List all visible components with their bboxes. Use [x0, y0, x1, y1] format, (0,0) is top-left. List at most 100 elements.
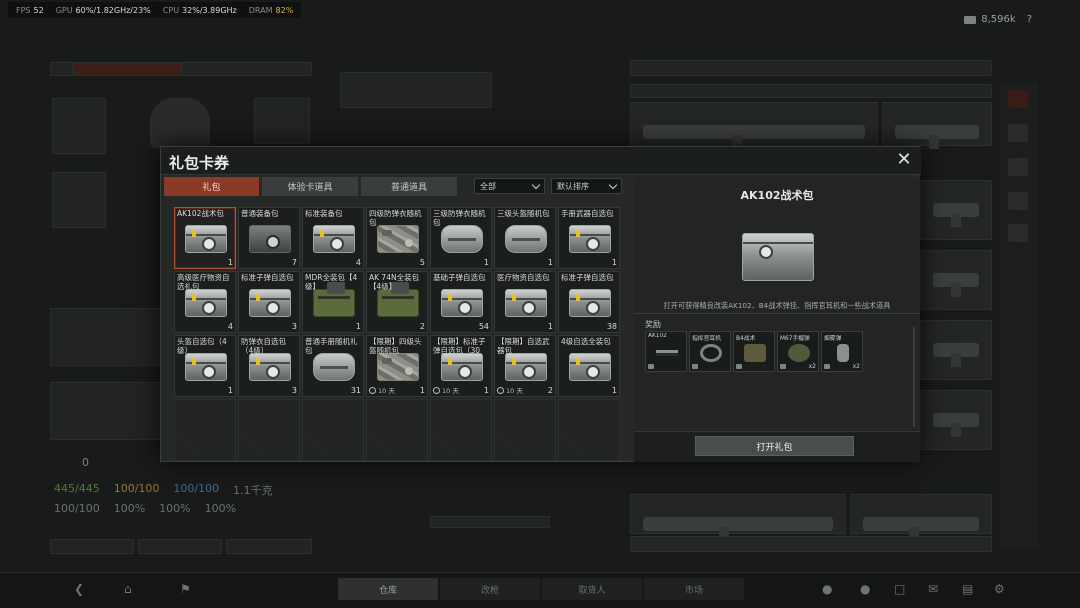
team-icon[interactable]: ●: [860, 582, 870, 596]
item-slot[interactable]: AK102战术包 1: [174, 207, 236, 269]
reward-count: x2: [808, 363, 816, 370]
item-count: 38: [606, 322, 617, 331]
bg-weapon-card: [850, 494, 992, 541]
bg-stats-row-1: 445/445 100/100 100/100 1.1千克: [54, 482, 273, 498]
rail-button[interactable]: [1008, 124, 1028, 142]
item-count: 1: [611, 386, 617, 395]
rail-button[interactable]: [1008, 158, 1028, 176]
item-slot[interactable]: 医疗物资自选包 1: [494, 271, 556, 333]
rail-button[interactable]: [1008, 90, 1028, 108]
bg-energy: 100/100: [113, 482, 160, 495]
back-icon[interactable]: ❮: [74, 582, 84, 596]
expiry-timer: 10 天: [497, 385, 523, 395]
pack-image: [505, 289, 547, 317]
reward-item[interactable]: AK102: [645, 331, 687, 372]
item-slot[interactable]: AK 74N全装包【4级】 2: [366, 271, 428, 333]
item-count: 4: [227, 322, 233, 331]
tag-icon: [512, 294, 516, 301]
chat-icon[interactable]: □: [894, 582, 905, 596]
currency-amount: 8,596k: [981, 14, 1016, 25]
reward-name: B4战术: [736, 336, 756, 342]
item-count: 1: [419, 386, 425, 395]
reward-item[interactable]: 指挥官耳机: [689, 331, 731, 372]
item-slot[interactable]: 标准子弹自选包 38: [558, 271, 620, 333]
item-slot[interactable]: 标准子弹自选包 3: [238, 271, 300, 333]
item-slot[interactable]: 【限期】标准子弹自选包（30发） 10 天 1: [430, 335, 492, 397]
friends-icon[interactable]: ●: [822, 582, 832, 596]
settings-icon[interactable]: ⚙: [994, 582, 1005, 596]
item-slot[interactable]: 防弹衣自选包（4级） 3: [238, 335, 300, 397]
item-slot[interactable]: 【限期】四级头盔随机包 10 天 1: [366, 335, 428, 397]
rail-button[interactable]: [1008, 224, 1028, 242]
close-button[interactable]: ✕: [893, 149, 915, 171]
item-slot[interactable]: 普通装备包 7: [238, 207, 300, 269]
bottom-tab-warehouse[interactable]: 仓库: [338, 578, 438, 600]
reward-scrollbar[interactable]: [913, 327, 915, 427]
item-slot[interactable]: 手册武器自选包 1: [558, 207, 620, 269]
cpu-value: 32%/3.89GHz: [182, 5, 237, 15]
flag-icon[interactable]: ⚑: [180, 582, 191, 596]
bind-icon: [736, 364, 742, 369]
item-slot[interactable]: 三级防弹衣随机包 1: [430, 207, 492, 269]
item-slot[interactable]: 普通手册随机礼包 31: [302, 335, 364, 397]
detail-description: 打开可获得精良改装AK102、B4战术弹挂、指挥官耳机和一些战术道具: [663, 301, 891, 310]
reward-item[interactable]: M67手榴弹 x2: [777, 331, 819, 372]
rail-button[interactable]: [1008, 192, 1028, 210]
pack-image: [313, 225, 355, 253]
notes-icon[interactable]: ▤: [962, 582, 973, 596]
item-slot[interactable]: 四级防弹衣随机包 5: [366, 207, 428, 269]
tab-trial-card[interactable]: 体验卡道具: [262, 177, 358, 196]
item-name: 【限期】四级头盔随机包: [369, 337, 422, 355]
tag-icon: [192, 230, 196, 237]
item-slot[interactable]: 头盔自选包（4级） 1: [174, 335, 236, 397]
item-slot[interactable]: 4级自选全装包 1: [558, 335, 620, 397]
expiry-timer: 10 天: [433, 385, 459, 395]
bg-helmet-slot: [52, 98, 106, 154]
tag-icon: [512, 358, 516, 365]
reward-count: x2: [852, 363, 860, 370]
tab-gift-pack[interactable]: 礼包: [164, 177, 259, 196]
bottom-tab-gunsmith[interactable]: 改枪: [440, 578, 540, 600]
bg-stat-a: 100/100: [54, 502, 100, 515]
item-slot[interactable]: 标准装备包 4: [302, 207, 364, 269]
item-slot[interactable]: 基础子弹自选包 54: [430, 271, 492, 333]
bg-stash-header: [630, 60, 992, 76]
reward-name: 烟雾弹: [824, 336, 842, 342]
bottom-tab-pickup[interactable]: 取货人: [542, 578, 642, 600]
item-count: 1: [227, 258, 233, 267]
bottom-tab-market[interactable]: 市场: [644, 578, 744, 600]
bg-weapon-card: [630, 494, 846, 541]
item-count: 54: [478, 322, 489, 331]
bg-weapon-card: [920, 250, 992, 310]
item-name: 标准子弹自选包: [241, 273, 294, 282]
reward-item-icon: [744, 344, 766, 362]
pack-image: [377, 282, 419, 317]
tab-normal-item[interactable]: 普通道具: [361, 177, 457, 196]
item-name: 基础子弹自选包: [433, 273, 486, 282]
rewards-label: 奖励: [645, 320, 661, 329]
item-slot[interactable]: 【限期】自选武器包 10 天 2: [494, 335, 556, 397]
item-name: 三级防弹衣随机包: [433, 209, 486, 227]
performance-overlay: FPS 52 GPU 60%/1.82GHz/23% CPU 32%/3.89GHz …: [8, 2, 302, 18]
pack-image: [742, 233, 814, 281]
pack-image: [569, 225, 611, 253]
mail-icon[interactable]: ✉: [928, 582, 938, 596]
reward-item[interactable]: B4战术: [733, 331, 775, 372]
item-slot[interactable]: 三级头盔随机包 1: [494, 207, 556, 269]
empty-slot: [238, 399, 300, 461]
fps-value: 52: [33, 5, 44, 15]
open-pack-button[interactable]: 打开礼包: [695, 436, 854, 456]
item-slot[interactable]: 高级医疗物资自选礼包 4: [174, 271, 236, 333]
home-icon[interactable]: ⌂: [124, 582, 132, 596]
filter-dropdown[interactable]: 全部: [474, 178, 545, 194]
right-rail: [1000, 82, 1038, 547]
bg-headset-slot: [254, 98, 310, 144]
sort-dropdown[interactable]: 默认排序: [551, 178, 622, 194]
reward-item[interactable]: 烟雾弹 x2: [821, 331, 863, 372]
tag-icon: [576, 230, 580, 237]
pack-image: [377, 225, 419, 253]
currency-display: 8,596k ?: [964, 14, 1032, 25]
help-icon[interactable]: ?: [1027, 14, 1032, 25]
bottom-nav-bar: [0, 572, 1080, 608]
item-slot[interactable]: MDR全装包【4级】 1: [302, 271, 364, 333]
